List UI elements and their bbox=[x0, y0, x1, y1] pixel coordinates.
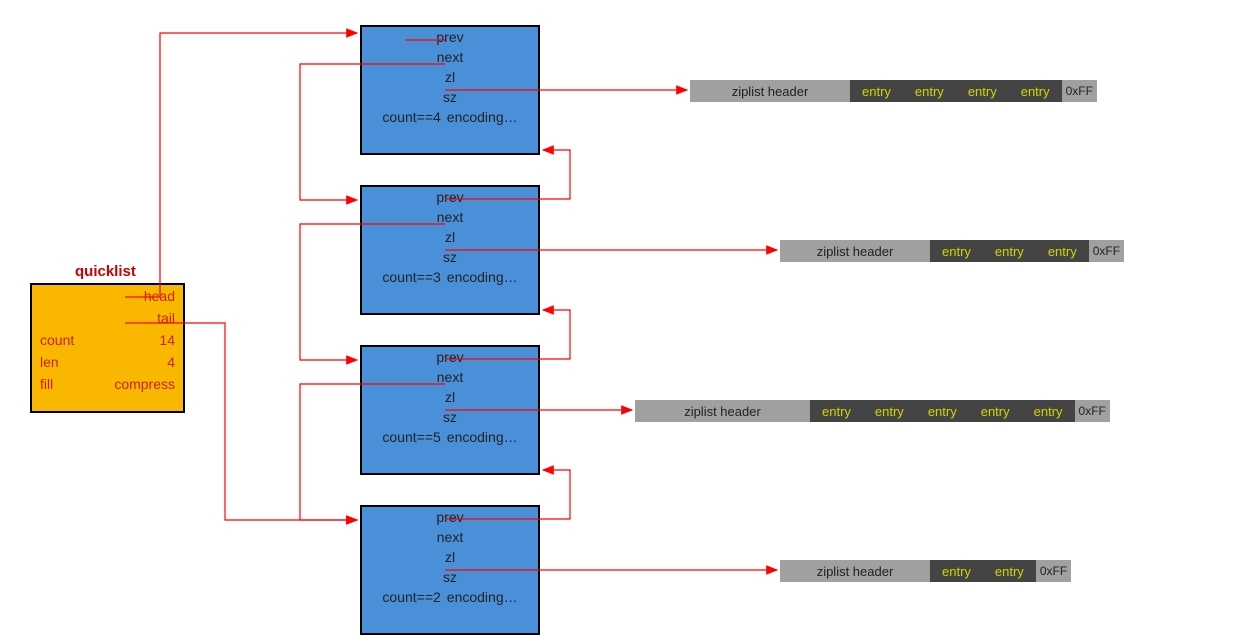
zl1-entry: entry bbox=[903, 80, 956, 102]
ql-tail-row: tail bbox=[32, 307, 183, 329]
node4-next: next bbox=[362, 527, 538, 547]
node2-encoding: encoding… bbox=[447, 269, 518, 285]
zl1-header: ziplist header bbox=[690, 80, 850, 102]
zl3-entry: entry bbox=[916, 400, 969, 422]
zl1-entry: entry bbox=[956, 80, 1009, 102]
node2-last: count==3 encoding… bbox=[362, 267, 538, 287]
ql-len-value: 4 bbox=[167, 354, 175, 370]
zl3-entry: entry bbox=[810, 400, 863, 422]
node4-encoding: encoding… bbox=[447, 589, 518, 605]
node1-last: count==4 encoding… bbox=[362, 107, 538, 127]
zl3-entry: entry bbox=[1022, 400, 1075, 422]
zl4-entry: entry bbox=[983, 560, 1036, 582]
node4-zl: zl bbox=[362, 547, 538, 567]
node3-prev: prev bbox=[362, 347, 538, 367]
zl1-entry: entry bbox=[850, 80, 903, 102]
zl2-entry: entry bbox=[930, 240, 983, 262]
ql-count-label: count bbox=[40, 332, 74, 348]
node4-count: count==2 bbox=[382, 589, 440, 605]
zl3-header: ziplist header bbox=[635, 400, 810, 422]
zl2-end: 0xFF bbox=[1089, 240, 1124, 262]
ql-head-row: head bbox=[32, 285, 183, 307]
ziplist-3: ziplist header entry entry entry entry e… bbox=[635, 400, 1110, 422]
node1-count: count==4 bbox=[382, 109, 440, 125]
zl2-entry: entry bbox=[1036, 240, 1089, 262]
ql-fill-row: fill compress bbox=[32, 373, 183, 395]
zl4-header: ziplist header bbox=[780, 560, 930, 582]
zl3-entry: entry bbox=[863, 400, 916, 422]
node2-sz: sz bbox=[362, 247, 538, 267]
node4-last: count==2 encoding… bbox=[362, 587, 538, 607]
zl2-entry: entry bbox=[983, 240, 1036, 262]
node1-next: next bbox=[362, 47, 538, 67]
ql-len-row: len 4 bbox=[32, 351, 183, 373]
zl3-entry: entry bbox=[969, 400, 1022, 422]
quicklist-box: head tail count 14 len 4 fill compress bbox=[30, 283, 185, 413]
ql-count-row: count 14 bbox=[32, 329, 183, 351]
node2-zl: zl bbox=[362, 227, 538, 247]
node1-encoding: encoding… bbox=[447, 109, 518, 125]
node3-zl: zl bbox=[362, 387, 538, 407]
node-box-4: prev next zl sz count==2 encoding… bbox=[360, 505, 540, 635]
node3-encoding: encoding… bbox=[447, 429, 518, 445]
ql-fill-label: fill bbox=[40, 376, 53, 392]
ql-head-label: head bbox=[144, 288, 175, 304]
zl3-end: 0xFF bbox=[1075, 400, 1110, 422]
node1-zl: zl bbox=[362, 67, 538, 87]
node2-count: count==3 bbox=[382, 269, 440, 285]
ql-count-value: 14 bbox=[159, 332, 175, 348]
node3-count: count==5 bbox=[382, 429, 440, 445]
ql-tail-label: tail bbox=[157, 310, 175, 326]
ql-compress-label: compress bbox=[114, 376, 175, 392]
node1-sz: sz bbox=[362, 87, 538, 107]
node4-sz: sz bbox=[362, 567, 538, 587]
ziplist-4: ziplist header entry entry 0xFF bbox=[780, 560, 1071, 582]
ql-len-label: len bbox=[40, 354, 59, 370]
node4-prev: prev bbox=[362, 507, 538, 527]
zl2-header: ziplist header bbox=[780, 240, 930, 262]
zl1-entry: entry bbox=[1009, 80, 1062, 102]
node2-next: next bbox=[362, 207, 538, 227]
node-box-3: prev next zl sz count==5 encoding… bbox=[360, 345, 540, 475]
node-box-2: prev next zl sz count==3 encoding… bbox=[360, 185, 540, 315]
node2-prev: prev bbox=[362, 187, 538, 207]
zl4-entry: entry bbox=[930, 560, 983, 582]
quicklist-title: quicklist bbox=[75, 263, 136, 280]
zl1-end: 0xFF bbox=[1062, 80, 1097, 102]
node-box-1: prev next zl sz count==4 encoding… bbox=[360, 25, 540, 155]
node1-prev: prev bbox=[362, 27, 538, 47]
node3-sz: sz bbox=[362, 407, 538, 427]
node3-next: next bbox=[362, 367, 538, 387]
ziplist-1: ziplist header entry entry entry entry 0… bbox=[690, 80, 1097, 102]
node3-last: count==5 encoding… bbox=[362, 427, 538, 447]
zl4-end: 0xFF bbox=[1036, 560, 1071, 582]
ziplist-2: ziplist header entry entry entry 0xFF bbox=[780, 240, 1124, 262]
